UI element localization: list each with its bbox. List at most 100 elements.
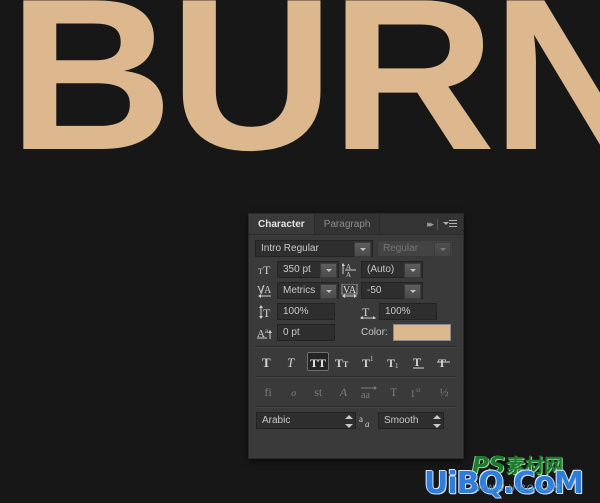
svg-text:A: A: [346, 271, 351, 277]
small-caps-button[interactable]: T T: [332, 352, 354, 371]
fractions-button[interactable]: ½: [433, 382, 455, 401]
svg-text:a: a: [265, 327, 269, 335]
svg-text:T: T: [262, 355, 271, 369]
leading-field[interactable]: (Auto): [361, 261, 423, 278]
contextual-alternates-button[interactable]: ℴ: [282, 382, 304, 401]
contextual-alternates-glyph: ℴ: [290, 384, 296, 399]
tab-bar-spacer: [380, 214, 427, 234]
anti-aliasing-field[interactable]: Smooth: [378, 412, 444, 429]
svg-text:st: st: [416, 386, 421, 394]
font-family-dropdown-arrow[interactable]: [354, 242, 371, 257]
language-field[interactable]: Arabic: [256, 412, 356, 429]
language-value: Arabic: [262, 415, 291, 426]
leading-value: (Auto): [367, 264, 395, 275]
subscript-button[interactable]: T 1: [383, 352, 405, 371]
titling-alternates-button[interactable]: T: [383, 382, 405, 401]
panel-tab-bar: Character Paragraph ▸▸: [249, 214, 463, 235]
site-watermark: PS 素材网 UiBQ.CoM WWW.UiBQ.CoM: [424, 455, 600, 503]
tracking-field[interactable]: -50: [361, 282, 423, 299]
panel-header-icons: ▸▸: [427, 214, 463, 234]
watermark-ps-text: PS: [472, 453, 506, 479]
language-antialias-row: Arabic a a Smooth: [255, 412, 457, 429]
svg-text:T: T: [287, 355, 295, 369]
panel-divider-2: [255, 376, 457, 378]
character-panel: Character Paragraph ▸▸ Intro Regular Reg…: [248, 213, 464, 459]
svg-text:T: T: [263, 263, 271, 276]
underline-button[interactable]: T: [408, 352, 430, 371]
tab-paragraph[interactable]: Paragraph: [314, 214, 381, 234]
style-button-row: T T TT T T T 1 T 1 T T: [255, 352, 457, 371]
svg-text:1: 1: [410, 388, 416, 399]
watermark-url-text: WWW.UiBQ.CoM: [476, 484, 562, 494]
panel-divider-3: [255, 406, 457, 408]
svg-text:A: A: [264, 285, 272, 296]
language-stepper[interactable]: [344, 415, 353, 428]
size-leading-row: T T 350 pt A A (Auto): [255, 261, 457, 278]
font-style-dropdown-arrow[interactable]: [434, 242, 451, 257]
swash-glyph: A: [339, 384, 348, 399]
tracking-dropdown-arrow[interactable]: [404, 284, 421, 299]
faux-bold-button[interactable]: T: [257, 352, 279, 371]
horizontal-scale-icon: T: [357, 303, 379, 320]
text-color-swatch[interactable]: [392, 324, 451, 341]
vertical-scale-field[interactable]: 100%: [277, 303, 335, 320]
svg-text:1: 1: [395, 362, 399, 369]
baseline-shift-field[interactable]: 0 pt: [277, 324, 335, 341]
tab-character-label: Character: [258, 218, 305, 230]
tracking-icon: VA: [339, 282, 361, 299]
anti-aliasing-value: Smooth: [384, 415, 419, 426]
strikethrough-button[interactable]: T: [433, 352, 455, 371]
kerning-icon: V A: [255, 282, 277, 299]
tab-character[interactable]: Character: [249, 214, 315, 234]
opentype-button-row: fi ℴ st A aa T 1 st ½: [255, 382, 457, 401]
watermark-main-text: UiBQ.CoM: [424, 466, 584, 501]
header-divider: [437, 218, 438, 230]
font-size-field[interactable]: 350 pt: [277, 261, 339, 278]
all-caps-button[interactable]: TT: [307, 352, 330, 371]
kerning-field[interactable]: Metrics: [277, 282, 339, 299]
vertical-scale-value: 100%: [283, 306, 309, 317]
fractions-glyph: ½: [439, 384, 449, 399]
horizontal-scale-value: 100%: [385, 306, 411, 317]
photoshop-canvas: BURN Character Paragraph ▸▸ Intro Regula…: [0, 0, 600, 503]
svg-text:T: T: [343, 360, 349, 369]
font-style-field[interactable]: Regular: [377, 240, 453, 257]
panel-menu-icon[interactable]: [443, 219, 457, 230]
baseline-color-row: A a 0 pt Color:: [255, 324, 457, 341]
font-size-value: 350 pt: [283, 264, 311, 275]
kerning-tracking-row: V A Metrics VA -50: [255, 282, 457, 299]
horizontal-scale-field[interactable]: 100%: [379, 303, 437, 320]
svg-text:T: T: [335, 356, 343, 369]
svg-text:T: T: [413, 355, 421, 369]
svg-text:a: a: [365, 419, 370, 428]
anti-aliasing-icon: a a: [356, 414, 378, 428]
anti-aliasing-stepper[interactable]: [432, 415, 441, 428]
leading-icon: A A: [339, 261, 361, 278]
color-label: Color:: [361, 327, 388, 338]
swash-button[interactable]: A: [332, 382, 354, 401]
baseline-shift-icon: A a: [255, 324, 277, 341]
font-size-dropdown-arrow[interactable]: [320, 263, 337, 278]
kerning-dropdown-arrow[interactable]: [320, 284, 337, 299]
ordinals-button[interactable]: 1 st: [408, 382, 430, 401]
watermark-chinese-text: 素材网: [506, 455, 564, 477]
double-chevron-right-icon[interactable]: ▸▸: [427, 219, 434, 230]
font-row: Intro Regular Regular: [255, 240, 457, 257]
kerning-value: Metrics: [283, 285, 316, 296]
font-family-field[interactable]: Intro Regular: [255, 240, 373, 257]
burn-headline-text: BURN: [8, 0, 600, 195]
standard-ligatures-button[interactable]: fi: [257, 382, 279, 401]
svg-text:aa: aa: [361, 390, 370, 399]
svg-text:T: T: [362, 305, 370, 319]
leading-dropdown-arrow[interactable]: [404, 263, 421, 278]
discretionary-ligatures-glyph: st: [314, 384, 323, 399]
svg-text:T: T: [387, 356, 395, 369]
oldstyle-button[interactable]: aa: [358, 382, 380, 401]
baseline-shift-value: 0 pt: [283, 327, 300, 338]
discretionary-ligatures-button[interactable]: st: [307, 382, 329, 401]
faux-italic-button[interactable]: T: [282, 352, 304, 371]
svg-text:TT: TT: [310, 356, 326, 369]
superscript-button[interactable]: T 1: [358, 352, 380, 371]
svg-text:1: 1: [370, 355, 374, 363]
vertical-scale-icon: T: [255, 303, 277, 320]
